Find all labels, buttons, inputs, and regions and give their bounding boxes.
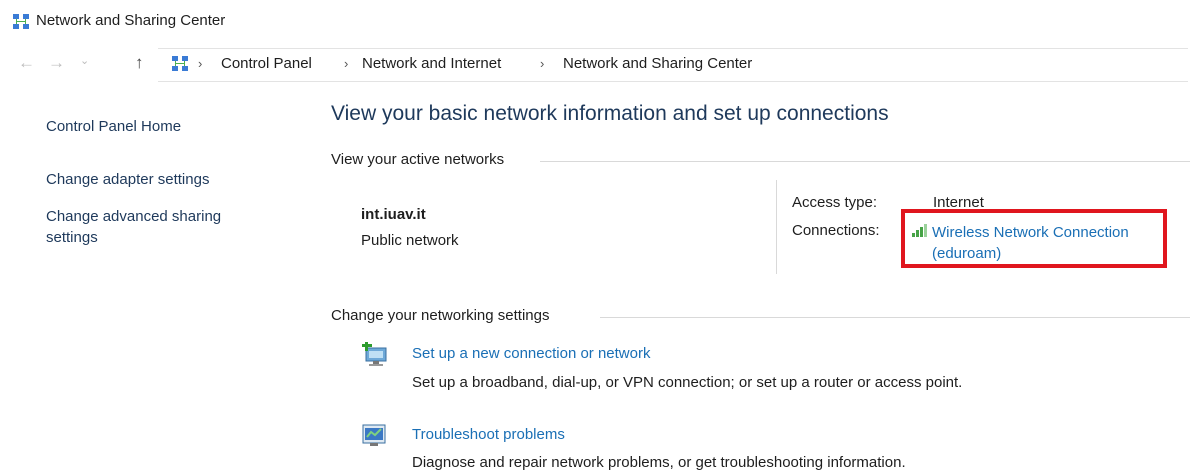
breadcrumb-sharing-center[interactable]: Network and Sharing Center: [563, 55, 752, 72]
window-title: Network and Sharing Center: [36, 12, 226, 29]
section-divider: [540, 161, 1190, 162]
breadcrumb-control-panel[interactable]: Control Panel: [221, 55, 312, 72]
highlight-box: [901, 209, 1167, 268]
active-networks-label: View your active networks: [331, 151, 505, 168]
network-name: int.iuav.it: [361, 206, 426, 223]
back-arrow-icon[interactable]: ←: [18, 53, 35, 73]
network-center-icon: [12, 13, 30, 36]
breadcrumb-separator-icon[interactable]: ›: [540, 56, 544, 71]
troubleshoot-description: Diagnose and repair network problems, or…: [412, 454, 906, 471]
title-bar: Network and Sharing Center: [0, 0, 1193, 44]
breadcrumb-network-icon: [171, 55, 189, 78]
network-vertical-divider: [776, 180, 777, 274]
sidebar-item-change-adapter-settings[interactable]: Change adapter settings: [46, 171, 209, 188]
troubleshoot-icon: [361, 423, 389, 454]
change-settings-label: Change your networking settings: [331, 307, 550, 324]
network-type[interactable]: Public network: [361, 232, 459, 249]
up-arrow-icon[interactable]: ↑: [135, 53, 144, 73]
sidebar-item-control-panel-home[interactable]: Control Panel Home: [46, 118, 181, 135]
sidebar-item-change-advanced-sharing[interactable]: Change advanced sharing settings: [46, 206, 266, 248]
breadcrumb-network-internet[interactable]: Network and Internet: [362, 55, 501, 72]
section-divider: [600, 317, 1190, 318]
chevron-down-icon[interactable]: ⌄: [80, 54, 89, 67]
page-title: View your basic network information and …: [331, 102, 889, 125]
setup-connection-link[interactable]: Set up a new connection or network: [412, 345, 650, 362]
new-connection-icon: [360, 342, 390, 375]
sidebar: Control Panel Home Change adapter settin…: [0, 96, 300, 475]
breadcrumb-separator-icon[interactable]: ›: [344, 56, 348, 71]
connections-label: Connections:: [792, 222, 880, 239]
address-bar: ← → ⌄ ↑ › Control Panel › Network and In…: [0, 48, 1193, 82]
forward-arrow-icon[interactable]: →: [48, 53, 65, 73]
breadcrumb-separator-icon[interactable]: ›: [198, 56, 202, 71]
setup-connection-description: Set up a broadband, dial-up, or VPN conn…: [412, 374, 963, 391]
troubleshoot-link[interactable]: Troubleshoot problems: [412, 426, 565, 443]
access-type-label: Access type:: [792, 194, 878, 211]
